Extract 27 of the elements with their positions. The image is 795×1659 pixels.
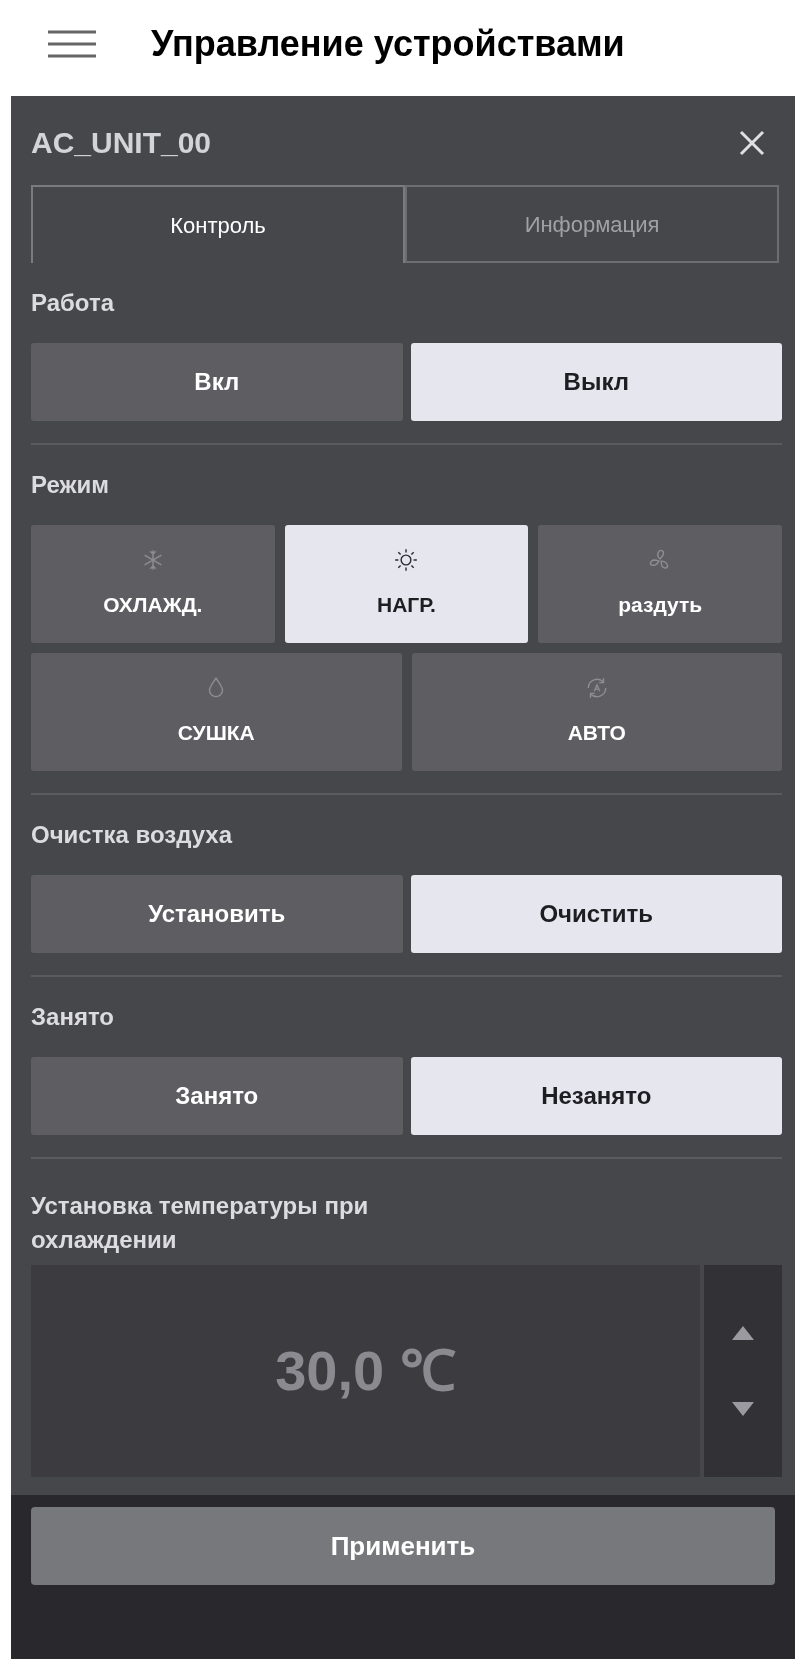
mode-button[interactable]: СУШКА	[31, 653, 402, 771]
option-button[interactable]: Установить	[31, 875, 403, 953]
mode-button[interactable]: раздуть	[538, 525, 782, 643]
up-arrow-icon[interactable]	[732, 1326, 754, 1340]
section-label: Занято	[31, 1002, 115, 1032]
mode-button[interactable]: ОХЛАЖД.	[31, 525, 275, 643]
page-title: Управление устройствами	[151, 22, 625, 66]
down-arrow-icon[interactable]	[732, 1402, 754, 1416]
section-label: Работа	[31, 288, 116, 318]
option-button[interactable]: Занято	[31, 1057, 403, 1135]
apply-button[interactable]: Применить	[31, 1507, 775, 1585]
close-icon[interactable]	[739, 129, 765, 156]
sun-icon	[393, 547, 420, 574]
device-title: AC_UNIT_00	[31, 125, 212, 161]
tab[interactable]: Информация	[405, 185, 779, 263]
option-button[interactable]: Вкл	[31, 343, 403, 421]
mode-button[interactable]: НАГР.	[284, 525, 529, 643]
tab[interactable]: Контроль	[31, 185, 405, 263]
section-label: Режим	[31, 470, 110, 500]
option-button[interactable]: Выкл	[410, 343, 782, 421]
section-label: Установка температуры при охлаждении	[31, 1191, 370, 1255]
menu-icon[interactable]	[48, 30, 96, 58]
section-label: Очистка воздуха	[31, 820, 234, 850]
option-button[interactable]: Очистить	[410, 875, 782, 953]
mode-button[interactable]: АВТО	[411, 653, 782, 771]
option-button[interactable]: Незанято	[410, 1057, 782, 1135]
temperature-display: 30,0 ℃	[31, 1265, 700, 1477]
